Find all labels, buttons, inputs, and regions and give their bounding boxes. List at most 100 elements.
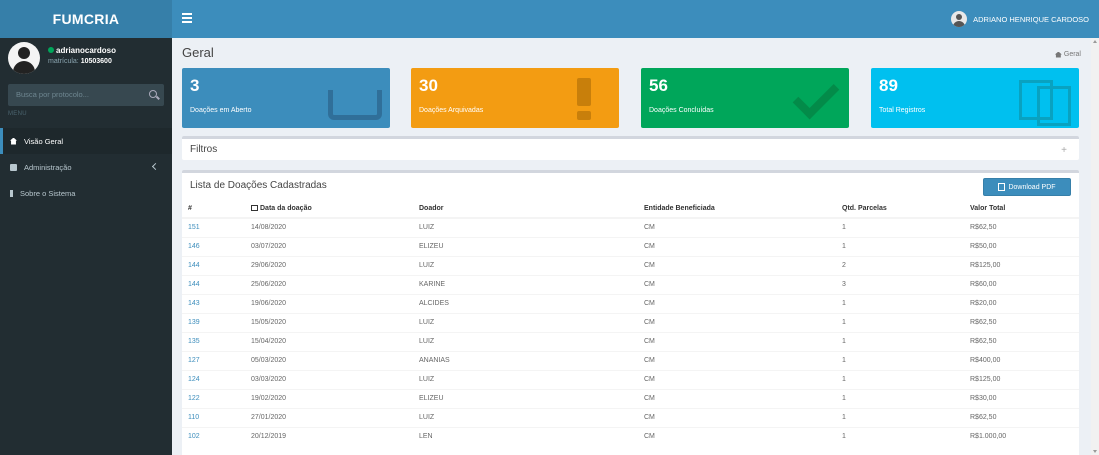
cell-id[interactable]: 110 bbox=[182, 407, 245, 427]
column-header-date[interactable]: Data da doação bbox=[245, 199, 413, 219]
cell-installments: 1 bbox=[836, 407, 964, 427]
box-label: Total Registros bbox=[879, 107, 926, 114]
cell-date: 20/12/2019 bbox=[245, 426, 413, 446]
cell-donor: KARINE bbox=[413, 274, 638, 294]
cell-total: R$400,00 bbox=[964, 350, 1079, 370]
cell-date: 19/02/2020 bbox=[245, 388, 413, 408]
cell-id[interactable]: 151 bbox=[182, 217, 245, 237]
scroll-up-icon[interactable] bbox=[1093, 40, 1097, 43]
table-row[interactable]: 144 25/06/2020 KARINE CM 3 R$60,00 bbox=[182, 274, 1079, 294]
cell-total: R$62,50 bbox=[964, 407, 1079, 427]
home-icon bbox=[10, 137, 17, 145]
cell-id[interactable]: 102 bbox=[182, 426, 245, 446]
sidebar: adrianocardoso matrícula: 10503600 Busca… bbox=[0, 38, 172, 455]
box-value: 30 bbox=[419, 76, 438, 95]
cell-id[interactable]: 144 bbox=[182, 255, 245, 275]
column-header-installments[interactable]: Qtd. Parcelas bbox=[836, 199, 964, 219]
page-scrollbar[interactable] bbox=[1091, 38, 1099, 455]
breadcrumb[interactable]: Geral bbox=[1054, 51, 1081, 58]
box-value: 89 bbox=[879, 76, 898, 95]
sidebar-item-sobre[interactable]: Sobre o Sistema bbox=[0, 180, 172, 206]
cell-entity: CM bbox=[638, 293, 836, 313]
cell-installments: 3 bbox=[836, 274, 964, 294]
cell-entity: CM bbox=[638, 274, 836, 294]
table-row[interactable]: 139 15/05/2020 LUIZ CM 1 R$62,50 bbox=[182, 312, 1079, 332]
chevron-left-icon bbox=[151, 162, 160, 171]
cell-id[interactable]: 144 bbox=[182, 274, 245, 294]
cell-id[interactable]: 122 bbox=[182, 388, 245, 408]
cell-entity: CM bbox=[638, 312, 836, 332]
sidebar-item-visao-geral[interactable]: Visão Geral bbox=[0, 128, 172, 154]
online-status-icon bbox=[48, 47, 54, 53]
cell-total: R$60,00 bbox=[964, 274, 1079, 294]
cell-total: R$125,00 bbox=[964, 369, 1079, 389]
table-row[interactable]: 146 03/07/2020 ELIZEU CM 1 R$50,00 bbox=[182, 236, 1079, 256]
cell-id[interactable]: 127 bbox=[182, 350, 245, 370]
table-row[interactable]: 110 27/01/2020 LUIZ CM 1 R$62,50 bbox=[182, 407, 1079, 427]
column-header-entity[interactable]: Entidade Beneficiada bbox=[638, 199, 836, 219]
cell-total: R$1.000,00 bbox=[964, 426, 1079, 446]
table-row[interactable]: 151 14/08/2020 LUIZ CM 1 R$62,50 bbox=[182, 217, 1079, 237]
table-row[interactable]: 124 03/03/2020 LUIZ CM 1 R$125,00 bbox=[182, 369, 1079, 389]
cell-total: R$30,00 bbox=[964, 388, 1079, 408]
table-row[interactable]: 143 19/06/2020 ALCIDES CM 1 R$20,00 bbox=[182, 293, 1079, 313]
cell-date: 15/04/2020 bbox=[245, 331, 413, 351]
column-header-total[interactable]: Valor Total bbox=[964, 199, 1079, 219]
cell-total: R$20,00 bbox=[964, 293, 1079, 313]
cell-donor: LUIZ bbox=[413, 217, 638, 237]
sidebar-item-administracao[interactable]: Administração bbox=[0, 154, 172, 180]
cog-icon bbox=[10, 163, 17, 171]
table-row[interactable]: 122 19/02/2020 ELIZEU CM 1 R$30,00 bbox=[182, 388, 1079, 408]
cell-donor: ELIZEU bbox=[413, 236, 638, 256]
cell-id[interactable]: 139 bbox=[182, 312, 245, 332]
main-content: Geral Geral 3 Doações em Aberto 30 Doaçõ… bbox=[172, 38, 1099, 455]
user-menu[interactable]: ADRIANO HENRIQUE CARDOSO bbox=[951, 10, 1089, 28]
table-row[interactable]: 144 29/06/2020 LUIZ CM 2 R$125,00 bbox=[182, 255, 1079, 275]
search-box: Busca por protocolo... bbox=[8, 84, 164, 106]
download-pdf-button[interactable]: Download PDF bbox=[983, 178, 1071, 196]
box-archived-donations[interactable]: 30 Doações Arquivadas bbox=[411, 68, 619, 128]
menu-toggle-icon[interactable] bbox=[182, 13, 192, 23]
cell-date: 14/08/2020 bbox=[245, 217, 413, 237]
filters-title: Filtros bbox=[190, 144, 218, 155]
donations-table: # Data da doação Doador Entidade Benefic… bbox=[182, 199, 1079, 446]
table-row[interactable]: 127 05/03/2020 ANANIAS CM 1 R$400,00 bbox=[182, 350, 1079, 370]
table-row[interactable]: 135 15/04/2020 LUIZ CM 1 R$62,50 bbox=[182, 331, 1079, 351]
cell-donor: LUIZ bbox=[413, 331, 638, 351]
cell-date: 03/03/2020 bbox=[245, 369, 413, 389]
cell-id[interactable]: 143 bbox=[182, 293, 245, 313]
list-title: Lista de Doações Cadastradas bbox=[190, 180, 327, 191]
box-label: Doações Arquivadas bbox=[419, 107, 484, 114]
sidebar-item-label: Administração bbox=[24, 162, 72, 172]
cell-donor: ANANIAS bbox=[413, 350, 638, 370]
cell-date: 29/06/2020 bbox=[245, 255, 413, 275]
cell-id[interactable]: 135 bbox=[182, 331, 245, 351]
search-input[interactable]: Busca por protocolo... bbox=[16, 90, 89, 99]
sidebar-item-label: Sobre o Sistema bbox=[20, 188, 76, 198]
home-icon bbox=[1054, 51, 1062, 58]
filters-panel[interactable]: Filtros + bbox=[182, 136, 1079, 160]
cell-total: R$62,50 bbox=[964, 331, 1079, 351]
cell-entity: CM bbox=[638, 407, 836, 427]
cell-installments: 1 bbox=[836, 350, 964, 370]
user-name: ADRIANO HENRIQUE CARDOSO bbox=[973, 14, 1089, 24]
cell-donor: LUIZ bbox=[413, 407, 638, 427]
sidebar-user-id: matrícula: 10503600 bbox=[48, 58, 112, 65]
box-open-donations[interactable]: 3 Doações em Aberto bbox=[182, 68, 390, 128]
cell-date: 15/05/2020 bbox=[245, 312, 413, 332]
sidebar-user-name: adrianocardoso bbox=[48, 46, 116, 55]
table-body: 151 14/08/2020 LUIZ CM 1 R$62,50 146 03/07/2020… bbox=[182, 217, 1079, 446]
table-row[interactable]: 102 20/12/2019 LEN CM 1 R$1.000,00 bbox=[182, 426, 1079, 446]
search-icon[interactable] bbox=[149, 90, 157, 98]
box-completed-donations[interactable]: 56 Doações Concluídas bbox=[641, 68, 849, 128]
box-total-records[interactable]: 89 Total Registros bbox=[871, 68, 1079, 128]
column-header-donor[interactable]: Doador bbox=[413, 199, 638, 219]
cell-donor: ALCIDES bbox=[413, 293, 638, 313]
cell-id[interactable]: 124 bbox=[182, 369, 245, 389]
plus-icon[interactable]: + bbox=[1061, 145, 1067, 156]
cell-id[interactable]: 146 bbox=[182, 236, 245, 256]
column-header-id[interactable]: # bbox=[182, 199, 245, 219]
summary-boxes: 3 Doações em Aberto 30 Doações Arquivada… bbox=[182, 68, 1079, 128]
app-logo[interactable]: FUMCRIA bbox=[0, 0, 172, 38]
scroll-down-icon[interactable] bbox=[1093, 450, 1097, 453]
